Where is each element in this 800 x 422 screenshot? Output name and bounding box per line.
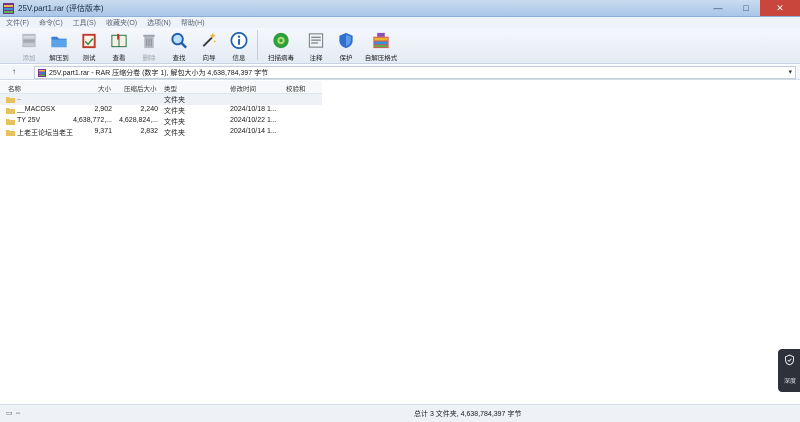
info-button[interactable]: 信息 (224, 28, 254, 62)
extract-to-button[interactable]: 解压到 (44, 28, 74, 62)
magnifier-icon (171, 32, 187, 49)
column-header-packed[interactable]: 压缩后大小 (124, 83, 157, 93)
close-button[interactable]: ✕ (760, 0, 800, 16)
table-row[interactable]: .. 文件夹 (0, 94, 322, 105)
delete-button[interactable]: 删除 (134, 28, 164, 62)
up-folder-button[interactable]: ↑ (12, 67, 16, 76)
virus-scan-icon (273, 32, 289, 49)
archive-path-field[interactable]: 25V.part1.rar - RAR 压缩分卷 (数字 1), 解包大小为 4… (34, 66, 796, 79)
column-header-name[interactable]: 名称 (8, 83, 21, 93)
find-button[interactable]: 查找 (164, 28, 194, 62)
comment-icon (308, 33, 324, 48)
name-column-shade (0, 94, 72, 404)
comment-button[interactable]: 注释 (301, 28, 331, 62)
rar-archive-icon (38, 69, 46, 77)
address-bar: ↑ 25V.part1.rar - RAR 压缩分卷 (数字 1), 解包大小为… (0, 65, 800, 80)
trash-icon (143, 34, 155, 49)
window-controls: — □ ✕ (704, 0, 800, 16)
table-row[interactable]: TY 25V 4,638,772,... 4,628,824,... 文件夹 2… (0, 116, 322, 127)
folder-icon (6, 119, 15, 125)
wizard-button[interactable]: 向导 (194, 28, 224, 62)
parent-folder-icon (6, 97, 15, 103)
view-button[interactable]: 查看 (104, 28, 134, 62)
toolbar: 添加 解压到 测试 查看 删除 查找 向导 信息 扫描病毒 注释 保护 自解压格… (0, 28, 800, 64)
menu-file[interactable]: 文件(F) (6, 18, 29, 28)
status-bar: ▭ ⇔ 总计 3 文件夹, 4,638,784,397 字节 (0, 404, 800, 422)
folder-icon (6, 130, 15, 136)
winrar-app-icon[interactable] (3, 3, 14, 14)
minimize-button[interactable]: — (704, 0, 732, 16)
sfx-archive-icon (373, 32, 389, 49)
menu-help[interactable]: 帮助(H) (181, 18, 205, 28)
floating-security-widget[interactable]: 深度 (778, 349, 800, 392)
sfx-button[interactable]: 自解压格式 (361, 28, 401, 62)
protect-button[interactable]: 保护 (331, 28, 361, 62)
test-button[interactable]: 测试 (74, 28, 104, 62)
table-row[interactable]: 上老王论坛当老王 9,371 2,832 文件夹 2024/10/14 1... (0, 127, 322, 138)
book-view-icon (111, 33, 127, 48)
file-list-header: 名称 大小 压缩后大小 类型 修改时间 校验和 (0, 81, 322, 94)
menu-favorites[interactable]: 收藏夹(O) (106, 18, 137, 28)
maximize-button[interactable]: □ (732, 0, 760, 16)
file-list: .. 文件夹 __MACOSX 2,902 2,240 文件夹 2024/10/… (0, 94, 322, 138)
folder-extract-icon (51, 36, 67, 48)
folder-icon (6, 108, 15, 114)
status-summary: 总计 3 文件夹, 4,638,784,397 字节 (414, 411, 522, 418)
title-bar: 25V.part1.rar (评估版本) — □ ✕ (0, 0, 800, 17)
magic-wand-icon (202, 32, 216, 47)
archive-path-text: 25V.part1.rar - RAR 压缩分卷 (数字 1), 解包大小为 4… (49, 70, 269, 77)
archive-add-icon (22, 33, 36, 48)
info-icon (230, 32, 248, 49)
widget-label: 深度 (784, 379, 797, 385)
toolbar-separator (257, 30, 258, 60)
table-row[interactable]: __MACOSX 2,902 2,240 文件夹 2024/10/18 1... (0, 105, 322, 116)
add-button[interactable]: 添加 (14, 28, 44, 62)
column-header-checksum[interactable]: 校验和 (286, 83, 306, 93)
menu-tools[interactable]: 工具(S) (73, 18, 96, 28)
column-header-modified[interactable]: 修改时间 (230, 83, 256, 93)
column-header-type[interactable]: 类型 (164, 83, 177, 93)
window-title: 25V.part1.rar (评估版本) (18, 4, 104, 13)
path-dropdown-icon[interactable]: ▾ (788, 68, 792, 76)
shield-outline-icon (785, 354, 794, 366)
shield-icon (339, 32, 353, 49)
column-header-size[interactable]: 大小 (98, 83, 111, 93)
status-icons[interactable]: ▭ ⇔ (6, 409, 22, 417)
virus-scan-button[interactable]: 扫描病毒 (261, 28, 301, 62)
menu-commands[interactable]: 命令(C) (39, 18, 63, 28)
test-clipboard-icon (82, 33, 96, 49)
menu-options[interactable]: 选项(N) (147, 18, 171, 28)
menu-bar: 文件(F) 命令(C) 工具(S) 收藏夹(O) 选项(N) 帮助(H) (0, 17, 800, 28)
